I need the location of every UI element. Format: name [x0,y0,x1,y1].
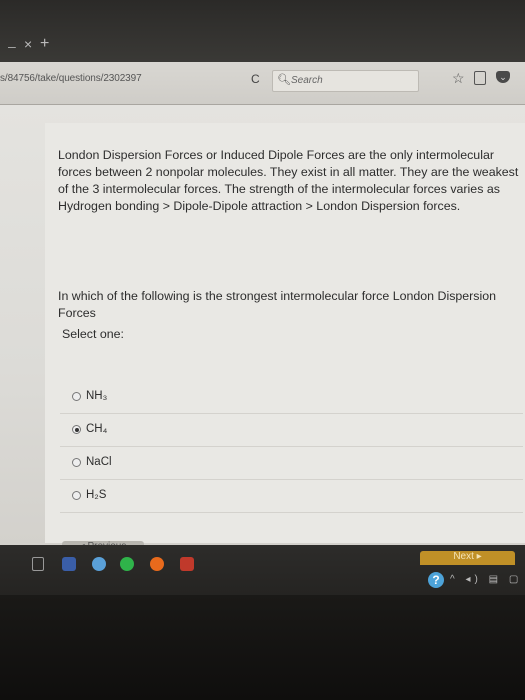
skype-app-icon[interactable] [92,557,106,571]
page-content: London Dispersion Forces or Induced Dipo… [0,105,525,553]
close-tab-icon[interactable]: × [24,36,32,52]
next-button[interactable]: Next ▸ [420,551,515,565]
clipboard-icon[interactable] [474,71,486,85]
question-card: London Dispersion Forces or Induced Dipo… [45,123,525,543]
laptop-bezel [0,595,525,700]
answer-option-nacl[interactable]: NaCl [60,447,523,480]
firefox-app-icon[interactable] [150,557,164,571]
option-label: H₂S [86,489,107,501]
spotify-app-icon[interactable] [120,557,134,571]
option-label: CH₄ [86,423,108,435]
search-icon: 🔍︎ [277,74,291,86]
radio-button[interactable] [72,491,81,500]
radio-button-selected[interactable] [72,425,81,434]
answer-option-nh3[interactable]: NH₃ [60,381,523,414]
word-app-icon[interactable] [62,557,76,571]
minimize-icon[interactable]: – [8,38,16,54]
option-label: NaCl [86,456,112,468]
radio-button[interactable] [72,392,81,401]
answer-option-ch4[interactable]: CH₄ [60,414,523,447]
question-text: In which of the following is the stronge… [58,289,497,320]
tab-strip: – × + [0,0,525,62]
radio-button[interactable] [72,458,81,467]
task-view-icon[interactable] [32,557,44,571]
url-bar[interactable]: s/84756/take/questions/2302397 [0,73,142,84]
option-label: NH₃ [86,390,108,402]
system-tray-icons[interactable]: ^ ◂) ▤ ▢ [450,574,522,585]
question-passage: London Dispersion Forces or Induced Dipo… [58,148,519,213]
help-icon[interactable]: ? [428,572,444,588]
browser-toolbar: s/84756/take/questions/2302397 C 🔍︎ Sear… [0,62,525,105]
reload-icon[interactable]: C [251,72,260,86]
search-placeholder: Search [291,75,323,86]
select-one-label: Select one: [62,327,124,341]
bookmark-star-icon[interactable]: ☆ [452,70,465,87]
powerpoint-app-icon[interactable] [180,557,194,571]
new-tab-icon[interactable]: + [40,35,49,53]
pocket-icon[interactable]: ⌄ [496,71,510,83]
search-input[interactable]: 🔍︎ Search [272,70,419,92]
answer-option-h2s[interactable]: H₂S [60,480,523,513]
